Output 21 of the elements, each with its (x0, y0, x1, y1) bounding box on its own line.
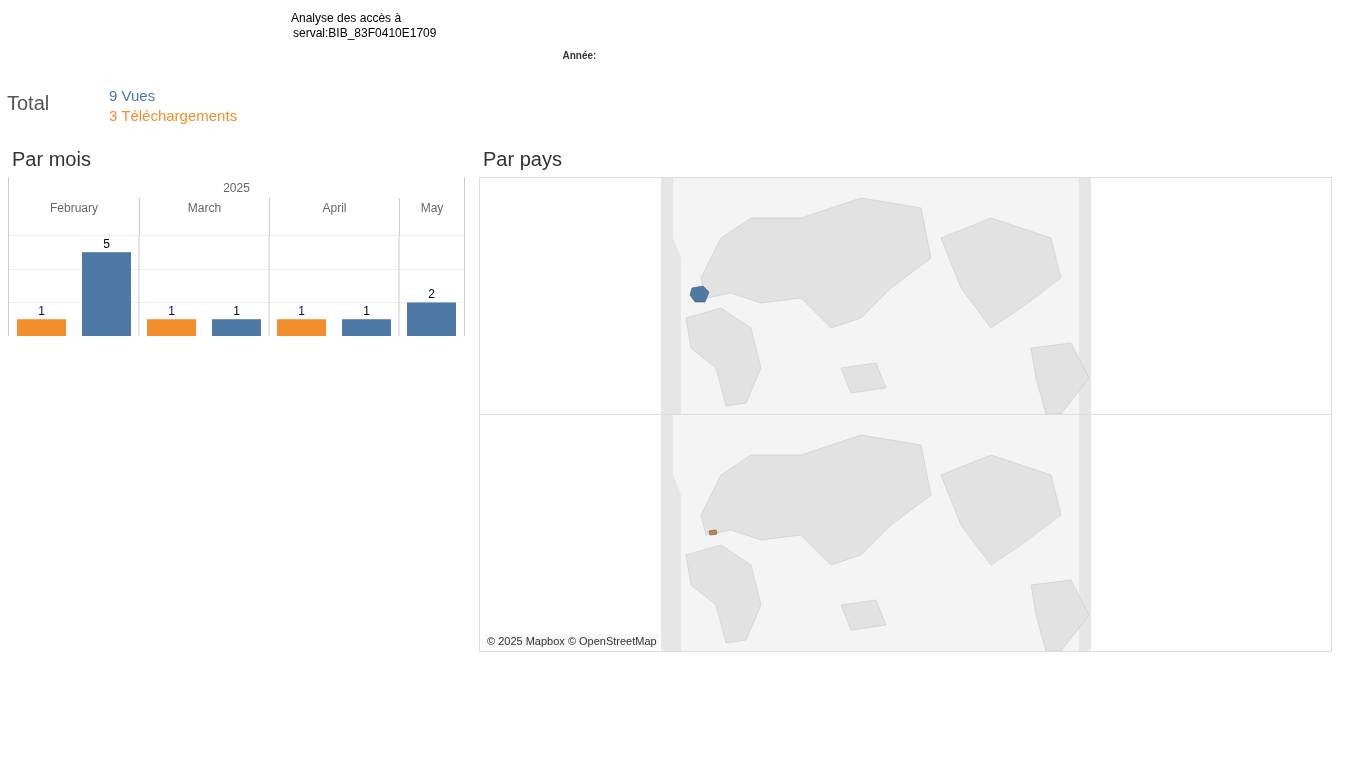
bar-value-label: 2 (428, 287, 435, 302)
month-header: April (322, 201, 347, 217)
report-title: Analyse des accès à (291, 11, 403, 26)
report-subtitle: serval:BIB_83F0410E1709 (292, 26, 437, 41)
month-header: February (50, 201, 98, 217)
bar-value-label: 1 (168, 304, 175, 319)
month-header: March (187, 201, 222, 217)
year-header: 2025 (223, 180, 250, 195)
total-label: Total (7, 92, 51, 116)
bar-value-label: 1 (233, 304, 240, 319)
bar-value-label: 5 (103, 237, 110, 252)
month-header: May (420, 201, 444, 217)
section-heading: Par mois (12, 147, 92, 172)
section-heading: Par pays (483, 147, 563, 172)
bar-value-label: 1 (363, 304, 370, 319)
total-count: 3 Téléchargements (109, 106, 238, 126)
map-attribution: © 2025 Mapbox © OpenStreetMap (485, 634, 659, 648)
bar-value-label: 1 (298, 304, 305, 319)
year-filter-label: Année: (562, 50, 597, 62)
total-count: 9 Vues (109, 86, 157, 106)
bar-value-label: 1 (38, 304, 45, 319)
